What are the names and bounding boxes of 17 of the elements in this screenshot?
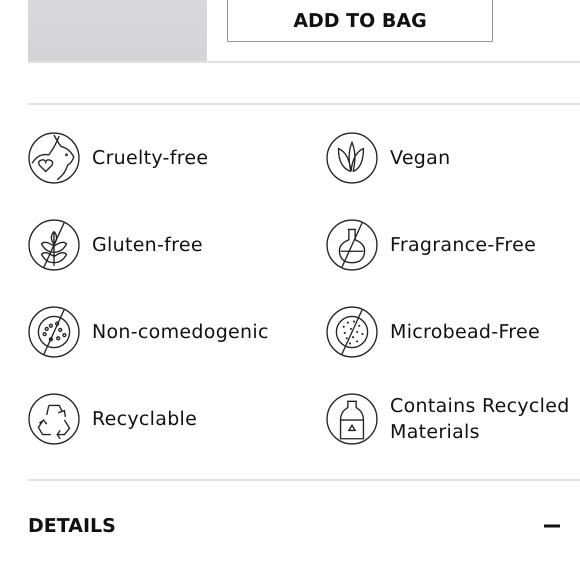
- badge-label: Non-comedogenic: [92, 320, 269, 345]
- dotted-circle-icon: [28, 306, 80, 358]
- badge-label: Vegan: [390, 146, 450, 171]
- badge-label: Fragrance-Free: [390, 233, 536, 258]
- flask-icon: [326, 219, 378, 271]
- leaves-icon: [326, 132, 378, 184]
- badge-label: Cruelty-free: [92, 146, 208, 171]
- add-to-bag-button[interactable]: ADD TO BAG: [227, 0, 493, 42]
- recycle-icon: [28, 393, 80, 445]
- badge-label: Gluten-free: [92, 233, 203, 258]
- badge-label: Contains Recycled Materials: [390, 394, 571, 445]
- badge-label: Microbead-Free: [390, 320, 540, 345]
- badge-label: Recyclable: [92, 407, 198, 432]
- bottle-icon: [326, 393, 378, 445]
- wheat-icon: [28, 219, 80, 271]
- dotted-circle-icon: [326, 306, 378, 358]
- section-title: DETAILS: [28, 515, 116, 537]
